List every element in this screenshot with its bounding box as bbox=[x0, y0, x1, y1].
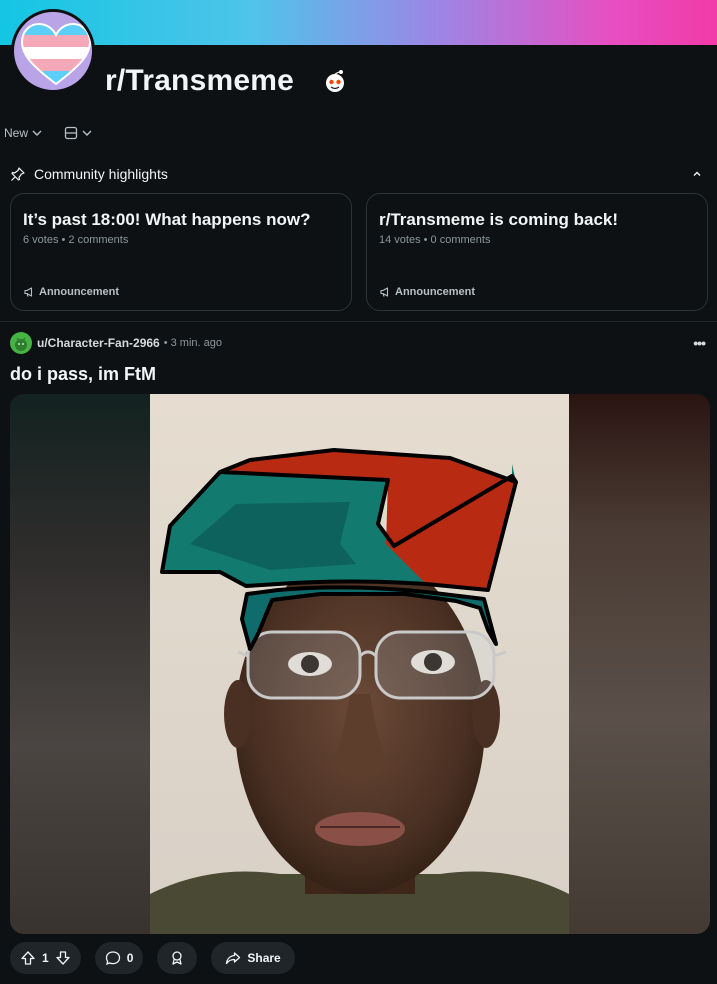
chevron-down-icon bbox=[82, 130, 92, 136]
megaphone-icon bbox=[380, 287, 389, 297]
comment-icon bbox=[105, 951, 120, 966]
highlight-title: r/Transmeme is coming back! bbox=[379, 210, 619, 229]
subreddit-avatar[interactable] bbox=[11, 9, 95, 93]
sort-bar: New bbox=[4, 124, 92, 142]
chevron-up-icon[interactable] bbox=[691, 168, 703, 180]
card-view-icon bbox=[64, 126, 78, 140]
award-icon bbox=[172, 951, 183, 965]
trans-heart-avatar-icon bbox=[20, 22, 92, 86]
post-header: u/Character-Fan-2966 • 3 min. ago ••• bbox=[10, 331, 707, 355]
chevron-down-icon bbox=[32, 130, 42, 136]
post-time: • 3 min. ago bbox=[163, 337, 222, 349]
highlight-flair: Announcement bbox=[379, 286, 475, 298]
vote-count: 1 bbox=[42, 951, 49, 965]
share-button[interactable]: Share bbox=[211, 942, 295, 974]
snoo-avatar-icon bbox=[15, 337, 27, 351]
sort-dropdown[interactable]: New bbox=[4, 126, 42, 140]
highlights-title: Community highlights bbox=[34, 166, 168, 182]
subreddit-banner bbox=[0, 0, 717, 45]
award-button[interactable] bbox=[157, 942, 198, 974]
highlight-meta: 6 votes • 2 comments bbox=[23, 234, 129, 246]
share-label: Share bbox=[247, 951, 281, 965]
snoo-icon[interactable] bbox=[322, 69, 348, 93]
highlight-flair: Announcement bbox=[23, 286, 119, 298]
highlight-meta: 14 votes • 0 comments bbox=[379, 234, 491, 246]
post-actions: 1 0 Share bbox=[10, 942, 295, 974]
flair-label: Announcement bbox=[39, 286, 120, 298]
upvote-icon[interactable] bbox=[20, 950, 36, 966]
share-icon bbox=[226, 952, 241, 965]
media-blur-right bbox=[569, 394, 710, 934]
post-author[interactable]: u/Character-Fan-2966 bbox=[37, 336, 160, 350]
megaphone-icon bbox=[24, 287, 33, 297]
comments-button[interactable]: 0 bbox=[94, 942, 144, 974]
media-blur-left bbox=[10, 394, 150, 934]
community-highlights-header[interactable]: Community highlights bbox=[10, 164, 707, 184]
comment-count: 0 bbox=[126, 951, 134, 965]
flair-label: Announcement bbox=[395, 286, 476, 298]
vote-control: 1 bbox=[10, 942, 81, 974]
highlight-card[interactable]: r/Transmeme is coming back! 14 votes • 0… bbox=[366, 193, 708, 311]
user-avatar[interactable] bbox=[10, 332, 32, 354]
post-title[interactable]: do i pass, im FtM bbox=[10, 364, 156, 385]
post-image bbox=[150, 394, 569, 934]
downvote-icon[interactable] bbox=[55, 950, 71, 966]
sort-label: New bbox=[4, 126, 29, 140]
view-mode-dropdown[interactable] bbox=[64, 126, 92, 140]
post-media[interactable] bbox=[10, 394, 710, 934]
more-options-icon[interactable]: ••• bbox=[693, 335, 706, 351]
highlight-title: It’s past 18:00! What happens now? bbox=[23, 210, 311, 229]
subreddit-name: r/Transmeme bbox=[105, 64, 294, 97]
pin-icon bbox=[11, 167, 25, 181]
feed-divider bbox=[0, 321, 717, 322]
highlight-card[interactable]: It’s past 18:00! What happens now? 6 vot… bbox=[10, 193, 352, 311]
